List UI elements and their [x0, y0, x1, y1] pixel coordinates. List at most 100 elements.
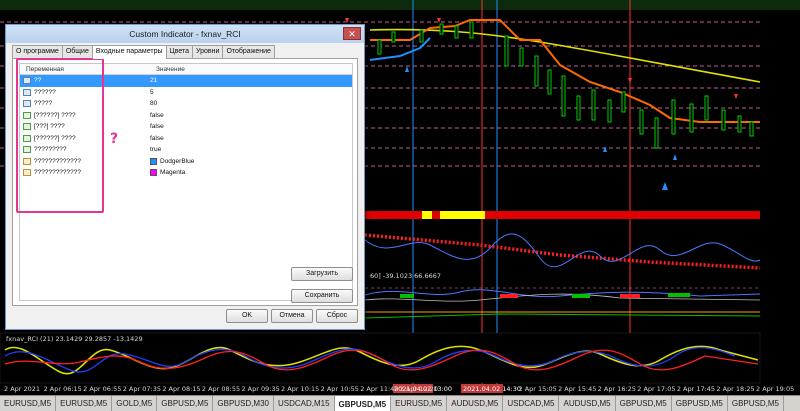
param-name-cell: ????????????? — [20, 157, 150, 165]
tab-5[interactable]: Отображение — [222, 45, 275, 58]
symbol-tab-12[interactable]: GBPUSD,M5 — [672, 396, 728, 411]
param-name-cell: ????????? — [20, 146, 150, 154]
param-row[interactable]: [??????] ???? false — [20, 133, 352, 145]
param-name-cell: ????????????? — [20, 169, 150, 177]
symbol-tab-4[interactable]: GBPUSD,M30 — [213, 396, 274, 411]
int-param-icon — [23, 100, 31, 108]
time-tick-label: 2 Apr 15:05 — [518, 385, 557, 393]
symbol-tab-0[interactable]: EURUSD,M5 — [0, 396, 57, 411]
param-value: DodgerBlue — [160, 157, 195, 165]
param-name: ?? — [34, 77, 42, 85]
header-strip — [0, 0, 800, 10]
param-row[interactable]: ????????????? Magenta — [20, 167, 352, 179]
color-swatch — [150, 157, 157, 165]
param-row[interactable]: ?? 21 — [20, 75, 352, 87]
tab-3[interactable]: Цвета — [165, 45, 194, 58]
param-name-cell: [??????] ???? — [20, 111, 150, 119]
param-row[interactable]: [??????] ???? false — [20, 110, 352, 122]
bool-param-icon — [23, 111, 31, 119]
param-value-cell[interactable]: true — [150, 146, 161, 153]
int-param-icon — [23, 88, 31, 96]
param-name: [??????] ???? — [34, 134, 76, 142]
annotation-question-mark: ? — [110, 131, 119, 147]
param-name-cell: ?? — [20, 77, 150, 85]
time-tick-label: 2 Apr 08:55 — [201, 385, 241, 393]
save-button[interactable]: Сохранить — [291, 289, 353, 303]
param-value: false — [150, 123, 164, 131]
param-name-cell: [???] ???? — [20, 123, 150, 131]
time-tick-label: 2 Apr 18:25 — [716, 385, 755, 393]
cancel-button[interactable]: Отмена — [271, 309, 313, 323]
symbol-tab-8[interactable]: AUDUSD,M5 — [447, 396, 504, 411]
param-row[interactable]: [???] ???? false — [20, 121, 352, 133]
param-name-cell: [??????] ???? — [20, 134, 150, 142]
bool-param-icon — [23, 134, 31, 142]
time-tick-label: 2 Apr 17:05 — [637, 385, 676, 393]
time-tick-label: 2 Apr 12:20 — [399, 385, 439, 393]
symbol-tab-13[interactable]: GBPUSD,M5 — [728, 396, 784, 411]
load-button[interactable]: Загрузить — [291, 267, 353, 281]
param-row[interactable]: ????????? true — [20, 144, 352, 156]
time-tick-label: 2 Apr 08:15 — [162, 385, 201, 393]
indicator-label: fxnav_RCI (21) 23.1429 29.2857 -13.1429 — [6, 335, 143, 343]
close-icon: ✕ — [348, 29, 356, 39]
time-tick-label: 2 Apr 15:45 — [558, 385, 597, 393]
close-button[interactable]: ✕ — [343, 27, 361, 40]
time-tick-label: 2 Apr 10:15 — [281, 385, 320, 393]
param-name: ?????? — [34, 88, 56, 96]
tab-0[interactable]: О программе — [12, 45, 63, 58]
signal-bar — [365, 211, 760, 219]
param-row[interactable]: ????? 80 — [20, 98, 352, 110]
param-value-cell[interactable]: false — [150, 112, 164, 119]
symbol-tab-10[interactable]: AUDUSD,M5 — [559, 396, 616, 411]
param-value-cell[interactable]: false — [150, 135, 164, 142]
highlight-time-2: 2021.04.02 14:30 — [463, 385, 522, 393]
symbol-tab-6[interactable]: GBPUSD,M5 — [334, 396, 392, 411]
time-tick-label: 2 Apr 19:05 — [756, 385, 795, 393]
terminal-window: 60] -39.1023 66.6667 fxnav_RCI (21) 23.1… — [0, 0, 800, 411]
param-value-cell[interactable]: 80 — [150, 100, 157, 107]
param-value: 5 — [150, 88, 154, 96]
symbol-tab-1[interactable]: EURUSD,M5 — [56, 396, 113, 411]
symbol-tab-2[interactable]: GOLD,M5 — [112, 396, 158, 411]
dialog-title: Custom Indicator - fxnav_RCI — [129, 29, 241, 39]
param-name: [???] ???? — [34, 123, 65, 131]
tab-2[interactable]: Входные параметры — [91, 45, 167, 59]
param-name: ????????????? — [34, 157, 81, 165]
bool-param-icon — [23, 146, 31, 154]
symbol-tab-9[interactable]: USDCAD,M5 — [503, 396, 560, 411]
param-value-cell[interactable]: 21 — [150, 77, 157, 84]
param-row[interactable]: ????????????? DodgerBlue — [20, 156, 352, 168]
param-value: 80 — [150, 100, 158, 108]
tab-1[interactable]: Общие — [61, 45, 93, 58]
column-value[interactable]: Значение — [150, 64, 185, 74]
dialog-title-bar[interactable]: Custom Indicator - fxnav_RCI ✕ — [6, 25, 364, 43]
param-value-cell[interactable]: DodgerBlue — [150, 157, 195, 165]
param-name-cell: ?????? — [20, 88, 150, 96]
time-tick-label: 2 Apr 11:40 — [360, 385, 399, 393]
param-name: ????????? — [34, 146, 67, 154]
symbol-tab-3[interactable]: GBPUSD,M5 — [157, 396, 214, 411]
symbol-tab-11[interactable]: GBPUSD,M5 — [616, 396, 672, 411]
param-name: ????????????? — [34, 169, 81, 177]
int-param-icon — [23, 77, 31, 85]
time-tick-label: 2 Apr 09:35 — [241, 385, 280, 393]
param-value-cell[interactable]: Magenta — [150, 169, 185, 177]
symbol-tab-5[interactable]: USDCAD,M15 — [274, 396, 335, 411]
params-grid[interactable]: Переменная Значение ?? 21?????? 5????? 80 [?… — [19, 63, 353, 301]
tab-4[interactable]: Уровни — [192, 45, 224, 58]
param-name: [??????] ???? — [34, 111, 76, 119]
time-tick-label: 2 Apr 06:55 — [83, 385, 122, 393]
param-row[interactable]: ?????? 5 — [20, 87, 352, 99]
symbol-tab-7[interactable]: EURUSD,M5 — [391, 396, 448, 411]
time-tick-label: 2 Apr 16:25 — [597, 385, 636, 393]
color-swatch — [150, 169, 157, 177]
grid-header: Переменная Значение — [20, 64, 352, 75]
column-variable[interactable]: Переменная — [20, 64, 150, 74]
param-value-cell[interactable]: false — [150, 123, 164, 130]
param-value: true — [150, 146, 162, 154]
ok-button[interactable]: OK — [226, 309, 268, 323]
param-value-cell[interactable]: 5 — [150, 89, 154, 96]
grid-rows: ?? 21?????? 5????? 80 [??????] ???? false [???… — [20, 75, 352, 179]
reset-button[interactable]: Сброс — [316, 309, 358, 323]
